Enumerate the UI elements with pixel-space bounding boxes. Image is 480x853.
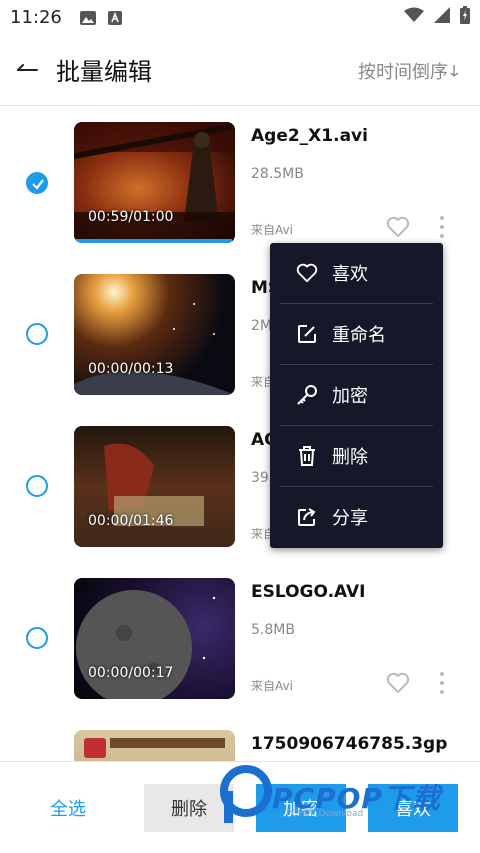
image-notification-icon (79, 10, 96, 25)
list-item[interactable]: 1750906746785.3gp (0, 714, 480, 761)
video-thumbnail[interactable]: 00:00/01:46 (74, 426, 235, 547)
sort-arrow-icon (450, 65, 459, 77)
video-duration: 00:59/01:00 (88, 209, 174, 225)
video-source: 来自Avi (251, 679, 293, 693)
item-checkbox-checked[interactable] (26, 172, 48, 194)
more-options-icon[interactable] (437, 672, 447, 694)
item-checkbox[interactable] (26, 323, 48, 345)
menu-item-label: 喜欢 (332, 264, 368, 285)
video-duration: 00:00/00:13 (88, 361, 174, 377)
select-all-button[interactable]: 全选 (30, 784, 106, 832)
playback-progress (74, 239, 232, 243)
video-thumbnail[interactable]: 00:59/01:00 (74, 122, 235, 243)
video-size: 5.8MB (251, 622, 295, 638)
status-bar: 11:26 (0, 0, 480, 34)
app-header: 批量编辑 按时间倒序 (0, 34, 480, 106)
video-name: 1750906746785.3gp (251, 734, 448, 754)
edit-icon (296, 323, 318, 345)
sort-button[interactable]: 按时间倒序 (358, 58, 460, 84)
menu-item-encrypt[interactable]: 加密 (270, 365, 443, 425)
video-source: 来自Avi (251, 223, 293, 237)
wifi-icon (404, 7, 424, 27)
menu-item-favorite[interactable]: 喜欢 (270, 243, 443, 303)
page-title: 批量编辑 (56, 58, 152, 86)
favorite-heart-icon[interactable] (386, 216, 410, 238)
video-name: ESLOGO.AVI (251, 582, 366, 602)
key-icon (296, 384, 318, 406)
encrypt-button[interactable]: 加密 (256, 784, 346, 832)
back-button[interactable] (0, 34, 56, 106)
back-arrow-icon (17, 63, 38, 71)
delete-button[interactable]: 删除 (144, 784, 234, 832)
signal-icon (434, 7, 450, 27)
video-size: 28.5MB (251, 166, 304, 182)
more-options-icon[interactable] (437, 216, 447, 238)
sort-label: 按时间倒序 (358, 62, 448, 83)
trash-icon (296, 445, 318, 467)
video-size: 2M (251, 318, 272, 334)
item-checkbox[interactable] (26, 475, 48, 497)
menu-item-label: 重命名 (332, 325, 386, 346)
item-checkbox[interactable] (26, 627, 48, 649)
list-item[interactable]: 00:00/00:17 ESLOGO.AVI 5.8MB 来自Avi (0, 562, 480, 714)
app-notification-icon (107, 10, 124, 25)
video-thumbnail[interactable]: 00:00/00:13 (74, 274, 235, 395)
video-thumbnail[interactable]: 00:00/00:17 (74, 578, 235, 699)
video-thumbnail[interactable] (74, 730, 235, 761)
share-icon (296, 506, 318, 528)
menu-item-rename[interactable]: 重命名 (270, 304, 443, 364)
bottom-action-bar: 全选 删除 加密 喜欢 (0, 761, 480, 853)
heart-icon (296, 262, 318, 284)
menu-item-share[interactable]: 分享 (270, 487, 443, 547)
battery-icon (460, 6, 470, 28)
menu-item-delete[interactable]: 删除 (270, 426, 443, 486)
list-item[interactable]: 00:59/01:00 Age2_X1.avi 28.5MB 来自Avi (0, 106, 480, 258)
status-right (404, 6, 470, 28)
favorite-button[interactable]: 喜欢 (368, 784, 458, 832)
video-name: Age2_X1.avi (251, 126, 368, 146)
context-menu: 喜欢 重命名 加密 删除 分享 (270, 243, 443, 548)
video-duration: 00:00/00:17 (88, 665, 174, 681)
menu-item-label: 加密 (332, 386, 368, 407)
favorite-heart-icon[interactable] (386, 672, 410, 694)
status-time: 11:26 (10, 6, 62, 28)
video-duration: 00:00/01:46 (88, 513, 174, 529)
check-icon (32, 179, 44, 190)
menu-item-label: 分享 (332, 508, 368, 529)
menu-item-label: 删除 (332, 447, 368, 468)
video-size: 39 (251, 470, 269, 486)
